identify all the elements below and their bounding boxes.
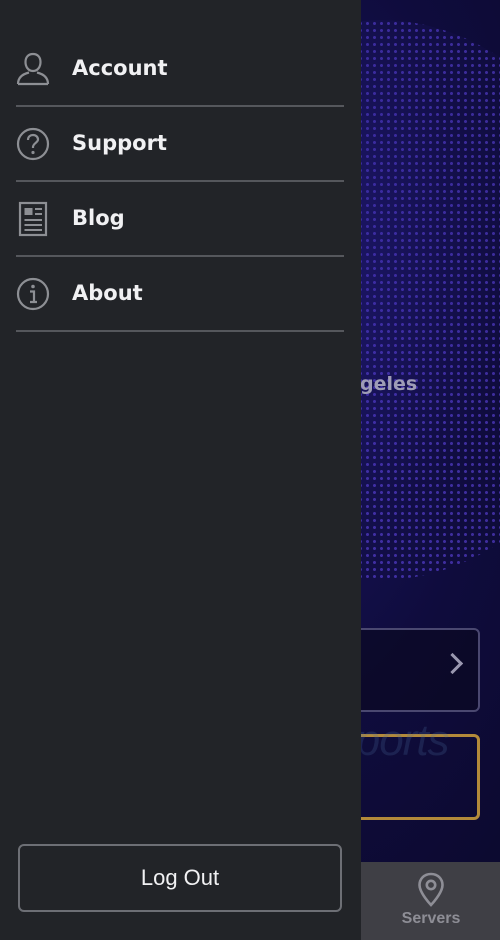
menu-item-blog[interactable]: Blog	[16, 182, 344, 257]
chevron-right-icon	[441, 652, 464, 675]
logout-button[interactable]: Log Out	[18, 844, 342, 912]
info-circle-icon	[16, 277, 50, 311]
menu-item-label: About	[72, 281, 143, 305]
user-icon	[16, 52, 50, 86]
newspaper-icon	[18, 201, 48, 237]
menu-item-label: Support	[72, 131, 167, 155]
menu-item-about[interactable]: About	[16, 257, 344, 332]
tab-servers-label: Servers	[401, 910, 461, 927]
location-label: geles	[360, 373, 418, 395]
map-pin-icon	[418, 872, 444, 907]
tab-servers[interactable]: Servers	[362, 862, 500, 940]
menu-item-label: Account	[72, 56, 168, 80]
drawer-menu: Account Support Blog About	[16, 32, 344, 332]
menu-item-support[interactable]: Support	[16, 107, 344, 182]
menu-item-label: Blog	[72, 206, 125, 230]
menu-item-account[interactable]: Account	[16, 32, 344, 107]
help-circle-icon	[16, 127, 50, 161]
navigation-drawer: Account Support Blog About Log Out	[0, 0, 361, 940]
